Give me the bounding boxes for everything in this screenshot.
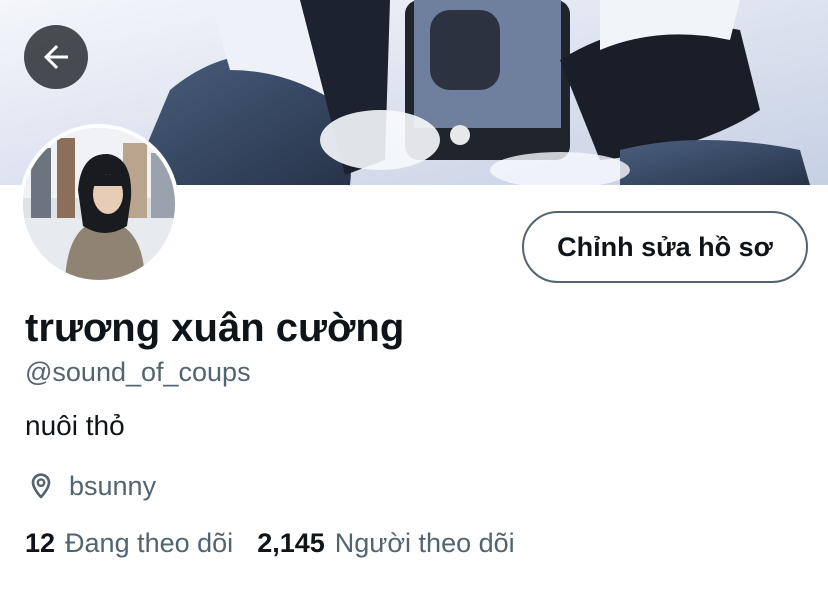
location-pin-icon [25,470,57,502]
user-handle: @sound_of_coups [25,357,251,387]
avatar[interactable] [19,124,179,284]
arrow-left-icon [44,45,68,69]
location-row: bsunny [25,468,156,504]
following-label: Đang theo dõi [65,528,234,558]
bio-text: nuôi thỏ [25,410,125,441]
edit-profile-button-label: Chỉnh sửa hồ sơ [557,231,773,262]
follow-stats: 12 Đang theo dõi 2,145 Người theo dõi [25,528,539,559]
avatar-image [23,128,175,280]
followers-link[interactable]: 2,145 Người theo dõi [257,528,514,559]
back-button[interactable] [24,25,88,89]
display-name: trương xuân cường [25,306,405,350]
edit-profile-button[interactable]: Chỉnh sửa hồ sơ [522,211,808,283]
following-link[interactable]: 12 Đang theo dõi [25,528,233,559]
location-text: bsunny [69,470,157,501]
followers-label: Người theo dõi [334,528,515,558]
following-count: 12 [25,528,56,558]
followers-count: 2,145 [257,528,325,558]
